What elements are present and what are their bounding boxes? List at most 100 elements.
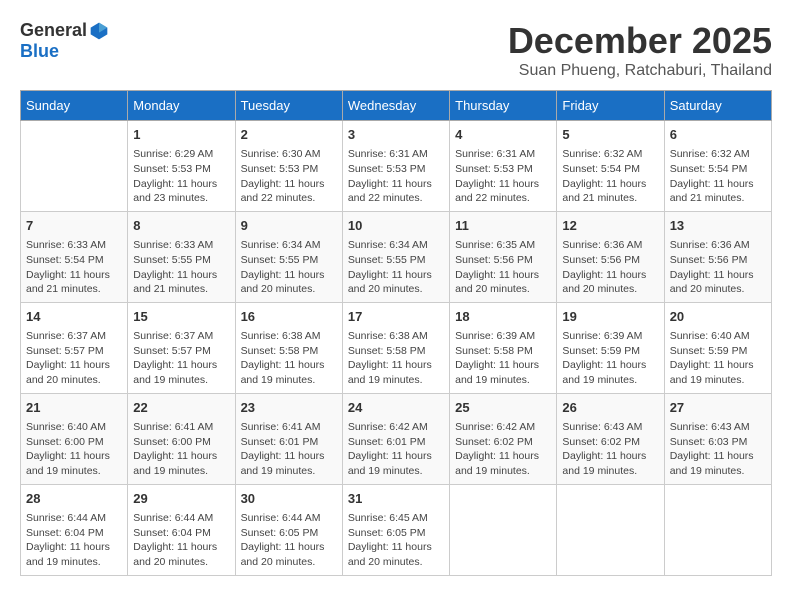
calendar-cell: 23 Sunrise: 6:41 AMSunset: 6:01 PMDayligh… [235, 393, 342, 484]
day-info: Sunrise: 6:31 AMSunset: 5:53 PMDaylight:… [455, 147, 551, 206]
day-number: 14 [26, 308, 122, 326]
calendar-cell: 3 Sunrise: 6:31 AMSunset: 5:53 PMDaylight… [342, 121, 449, 212]
header-saturday: Saturday [664, 91, 771, 121]
calendar-cell: 29Sunrise: 6:44 AMSunset: 6:04 PMDayligh… [128, 484, 235, 575]
day-info: Sunrise: 6:33 AMSunset: 5:54 PMDaylight:… [26, 238, 122, 297]
day-info: Sunrise: 6:32 AMSunset: 5:54 PMDaylight:… [670, 147, 766, 206]
day-number: 20 [670, 308, 766, 326]
day-number: 19 [562, 308, 658, 326]
day-number: 10 [348, 217, 444, 235]
day-number: 9 [241, 217, 337, 235]
calendar-cell: 26Sunrise: 6:43 AMSunset: 6:02 PMDayligh… [557, 393, 664, 484]
day-info: Sunrise: 6:44 AMSunset: 6:05 PMDaylight:… [241, 511, 337, 570]
day-info: Sunrise: 6:35 AMSunset: 5:56 PMDaylight:… [455, 238, 551, 297]
calendar-cell: 19 Sunrise: 6:39 AMSunset: 5:59 PMDayligh… [557, 302, 664, 393]
calendar-cell: 15 Sunrise: 6:37 AMSunset: 5:57 PMDayligh… [128, 302, 235, 393]
day-number: 22 [133, 399, 229, 417]
day-info: Sunrise: 6:39 AMSunset: 5:59 PMDaylight:… [562, 329, 658, 388]
day-info: Sunrise: 6:38 AMSunset: 5:58 PMDaylight:… [241, 329, 337, 388]
day-info: Sunrise: 6:31 AMSunset: 5:53 PMDaylight:… [348, 147, 444, 206]
day-number: 15 [133, 308, 229, 326]
day-number: 12 [562, 217, 658, 235]
calendar-cell: 17 Sunrise: 6:38 AMSunset: 5:58 PMDayligh… [342, 302, 449, 393]
calendar-cell: 7Sunrise: 6:33 AMSunset: 5:54 PMDaylight… [21, 211, 128, 302]
header-friday: Friday [557, 91, 664, 121]
day-info: Sunrise: 6:38 AMSunset: 5:58 PMDaylight:… [348, 329, 444, 388]
day-number: 31 [348, 490, 444, 508]
calendar-cell: 24 Sunrise: 6:42 AMSunset: 6:01 PMDayligh… [342, 393, 449, 484]
day-number: 13 [670, 217, 766, 235]
day-number: 2 [241, 126, 337, 144]
calendar-cell: 25 Sunrise: 6:42 AMSunset: 6:02 PMDayligh… [450, 393, 557, 484]
calendar-cell: 12 Sunrise: 6:36 AMSunset: 5:56 PMDayligh… [557, 211, 664, 302]
title-section: December 2025 Suan Phueng, Ratchaburi, T… [508, 20, 772, 80]
day-number: 25 [455, 399, 551, 417]
calendar-cell: 22 Sunrise: 6:41 AMSunset: 6:00 PMDayligh… [128, 393, 235, 484]
day-info: Sunrise: 6:36 AMSunset: 5:56 PMDaylight:… [562, 238, 658, 297]
day-info: Sunrise: 6:42 AMSunset: 6:01 PMDaylight:… [348, 420, 444, 479]
week-row-3: 14 Sunrise: 6:37 AMSunset: 5:57 PMDayligh… [21, 302, 772, 393]
calendar-cell: 8Sunrise: 6:33 AMSunset: 5:55 PMDaylight… [128, 211, 235, 302]
calendar-cell: 14 Sunrise: 6:37 AMSunset: 5:57 PMDayligh… [21, 302, 128, 393]
calendar-cell: 11 Sunrise: 6:35 AMSunset: 5:56 PMDayligh… [450, 211, 557, 302]
day-number: 11 [455, 217, 551, 235]
day-info: Sunrise: 6:29 AMSunset: 5:53 PMDaylight:… [133, 147, 229, 206]
day-number: 24 [348, 399, 444, 417]
day-info: Sunrise: 6:37 AMSunset: 5:57 PMDaylight:… [133, 329, 229, 388]
day-number: 17 [348, 308, 444, 326]
week-row-1: 1 Sunrise: 6:29 AMSunset: 5:53 PMDaylight… [21, 121, 772, 212]
day-info: Sunrise: 6:41 AMSunset: 6:01 PMDaylight:… [241, 420, 337, 479]
day-info: Sunrise: 6:44 AMSunset: 6:04 PMDaylight:… [133, 511, 229, 570]
calendar-cell: 2 Sunrise: 6:30 AMSunset: 5:53 PMDaylight… [235, 121, 342, 212]
day-info: Sunrise: 6:30 AMSunset: 5:53 PMDaylight:… [241, 147, 337, 206]
month-title: December 2025 [508, 20, 772, 62]
calendar-cell: 18Sunrise: 6:39 AMSunset: 5:58 PMDayligh… [450, 302, 557, 393]
logo-general: General [20, 20, 87, 41]
day-info: Sunrise: 6:36 AMSunset: 5:56 PMDaylight:… [670, 238, 766, 297]
calendar-cell: 13 Sunrise: 6:36 AMSunset: 5:56 PMDayligh… [664, 211, 771, 302]
day-number: 1 [133, 126, 229, 144]
day-number: 16 [241, 308, 337, 326]
calendar-cell [21, 121, 128, 212]
calendar-cell: 4 Sunrise: 6:31 AMSunset: 5:53 PMDaylight… [450, 121, 557, 212]
header-thursday: Thursday [450, 91, 557, 121]
day-info: Sunrise: 6:44 AMSunset: 6:04 PMDaylight:… [26, 511, 122, 570]
calendar-cell: 21Sunrise: 6:40 AMSunset: 6:00 PMDayligh… [21, 393, 128, 484]
day-info: Sunrise: 6:37 AMSunset: 5:57 PMDaylight:… [26, 329, 122, 388]
calendar-cell: 16 Sunrise: 6:38 AMSunset: 5:58 PMDayligh… [235, 302, 342, 393]
day-number: 28 [26, 490, 122, 508]
day-number: 4 [455, 126, 551, 144]
calendar-cell [450, 484, 557, 575]
day-number: 5 [562, 126, 658, 144]
day-info: Sunrise: 6:43 AMSunset: 6:03 PMDaylight:… [670, 420, 766, 479]
calendar-cell: 1 Sunrise: 6:29 AMSunset: 5:53 PMDaylight… [128, 121, 235, 212]
day-info: Sunrise: 6:41 AMSunset: 6:00 PMDaylight:… [133, 420, 229, 479]
calendar-cell: 31Sunrise: 6:45 AMSunset: 6:05 PMDayligh… [342, 484, 449, 575]
calendar-cell [557, 484, 664, 575]
calendar-table: SundayMondayTuesdayWednesdayThursdayFrid… [20, 90, 772, 576]
day-number: 27 [670, 399, 766, 417]
calendar-cell: 28 Sunrise: 6:44 AMSunset: 6:04 PMDayligh… [21, 484, 128, 575]
page-header: General Blue December 2025 Suan Phueng, … [20, 20, 772, 80]
header-tuesday: Tuesday [235, 91, 342, 121]
day-info: Sunrise: 6:40 AMSunset: 5:59 PMDaylight:… [670, 329, 766, 388]
calendar-cell: 20 Sunrise: 6:40 AMSunset: 5:59 PMDayligh… [664, 302, 771, 393]
day-number: 21 [26, 399, 122, 417]
calendar-header-row: SundayMondayTuesdayWednesdayThursdayFrid… [21, 91, 772, 121]
day-info: Sunrise: 6:42 AMSunset: 6:02 PMDaylight:… [455, 420, 551, 479]
day-number: 3 [348, 126, 444, 144]
header-sunday: Sunday [21, 91, 128, 121]
header-wednesday: Wednesday [342, 91, 449, 121]
day-info: Sunrise: 6:34 AMSunset: 5:55 PMDaylight:… [348, 238, 444, 297]
calendar-cell: 10 Sunrise: 6:34 AMSunset: 5:55 PMDayligh… [342, 211, 449, 302]
header-monday: Monday [128, 91, 235, 121]
day-number: 30 [241, 490, 337, 508]
day-info: Sunrise: 6:39 AMSunset: 5:58 PMDaylight:… [455, 329, 551, 388]
logo-blue: Blue [20, 41, 59, 62]
day-number: 23 [241, 399, 337, 417]
day-number: 6 [670, 126, 766, 144]
calendar-cell: 30 Sunrise: 6:44 AMSunset: 6:05 PMDayligh… [235, 484, 342, 575]
calendar-cell: 5Sunrise: 6:32 AMSunset: 5:54 PMDaylight… [557, 121, 664, 212]
calendar-cell: 27 Sunrise: 6:43 AMSunset: 6:03 PMDayligh… [664, 393, 771, 484]
week-row-4: 21Sunrise: 6:40 AMSunset: 6:00 PMDayligh… [21, 393, 772, 484]
